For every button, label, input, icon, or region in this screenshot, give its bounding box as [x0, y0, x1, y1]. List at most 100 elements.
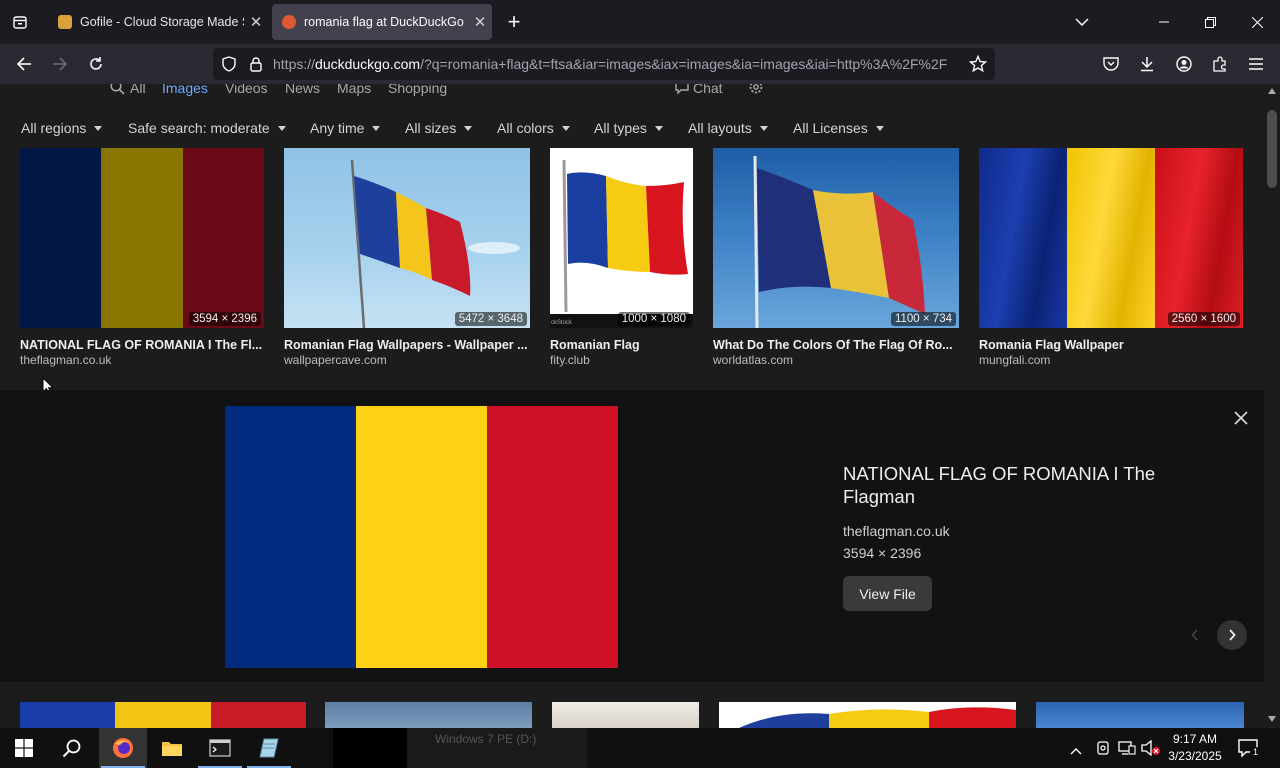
- result-image-3[interactable]: ckStock 1000 × 1080: [550, 148, 693, 328]
- tab-all[interactable]: All: [130, 84, 146, 96]
- reload-icon[interactable]: [80, 48, 112, 80]
- result-image-5[interactable]: 2560 × 1600: [979, 148, 1243, 328]
- tab-title: romania flag at DuckDuckGo: [304, 15, 464, 29]
- close-window-icon[interactable]: [1234, 0, 1280, 44]
- next-image-button[interactable]: [1217, 620, 1247, 650]
- detail-title[interactable]: NATIONAL FLAG OF ROMANIA I The Flagman: [843, 462, 1183, 508]
- scroll-thumb[interactable]: [1267, 110, 1277, 188]
- back-icon[interactable]: [8, 48, 40, 80]
- watermark: ckStock: [551, 320, 573, 326]
- tab-images[interactable]: Images: [162, 84, 208, 96]
- result-image-6[interactable]: [20, 702, 306, 728]
- start-button[interactable]: [0, 728, 48, 768]
- result-title-2[interactable]: Romanian Flag Wallpapers - Wallpaper ...: [284, 338, 530, 352]
- result-title-1[interactable]: NATIONAL FLAG OF ROMANIA I The Fl...: [20, 338, 264, 352]
- result-image-2[interactable]: 5472 × 3648: [284, 148, 530, 328]
- lock-icon[interactable]: [249, 56, 263, 77]
- result-title-5[interactable]: Romania Flag Wallpaper: [979, 338, 1243, 352]
- filter-sizes[interactable]: All sizes: [405, 120, 472, 136]
- result-title-4[interactable]: What Do The Colors Of The Flag Of Ro...: [713, 338, 959, 352]
- tracking-protection-shield-icon[interactable]: [221, 56, 237, 77]
- new-tab-icon[interactable]: +: [502, 10, 526, 34]
- filter-types[interactable]: All types: [594, 120, 663, 136]
- extensions-icon[interactable]: [1204, 48, 1236, 80]
- chevron-right-icon: [1229, 629, 1236, 641]
- result-image-7[interactable]: [325, 702, 532, 728]
- tab-news[interactable]: News: [285, 84, 320, 96]
- taskbar-file-explorer-icon[interactable]: [148, 728, 196, 768]
- taskbar-search-icon[interactable]: [48, 728, 96, 768]
- windows-logo-icon: [15, 739, 33, 757]
- taskbar-firefox-icon[interactable]: [99, 728, 147, 768]
- image-dimensions: 3594 × 2396: [188, 312, 261, 326]
- result-title-3[interactable]: Romanian Flag: [550, 338, 693, 352]
- restore-icon[interactable]: [1187, 0, 1233, 44]
- tab-duckduckgo[interactable]: romania flag at DuckDuckGo ✕: [272, 4, 492, 40]
- pocket-icon[interactable]: [1095, 48, 1127, 80]
- image-dimensions: 1000 × 1080: [617, 312, 690, 326]
- minimize-icon[interactable]: [1141, 0, 1187, 44]
- device-tray-icon[interactable]: [1095, 740, 1111, 761]
- filter-licenses[interactable]: All Licenses: [793, 120, 884, 136]
- account-icon[interactable]: [1168, 48, 1200, 80]
- result-image-1[interactable]: 3594 × 2396: [20, 148, 264, 328]
- forward-icon[interactable]: [44, 48, 76, 80]
- taskbar-terminal-icon[interactable]: [196, 728, 244, 768]
- result-image-9[interactable]: [719, 702, 1016, 728]
- search-icon: [110, 84, 125, 100]
- volume-muted-icon[interactable]: [1141, 739, 1161, 761]
- scroll-up-icon[interactable]: [1268, 88, 1276, 94]
- result-source-3[interactable]: fity.club: [550, 353, 590, 367]
- result-image-8[interactable]: [552, 702, 699, 728]
- page-content: All Images Videos News Maps Shopping Cha…: [0, 84, 1264, 728]
- result-source-1[interactable]: theflagman.co.uk: [20, 353, 111, 367]
- tab-videos[interactable]: Videos: [225, 84, 268, 96]
- windows-taskbar: Windows 7 PE (D:) 9:17 AM 3/23/2025 1: [0, 728, 1280, 768]
- tab-shopping[interactable]: Shopping: [388, 84, 447, 96]
- tab-chat[interactable]: Chat: [693, 84, 723, 96]
- network-icon[interactable]: [1118, 740, 1136, 761]
- result-source-2[interactable]: wallpapercave.com: [284, 353, 387, 367]
- tab-maps[interactable]: Maps: [337, 84, 371, 96]
- list-all-tabs-icon[interactable]: [1070, 12, 1094, 32]
- action-center-icon[interactable]: 1: [1238, 739, 1261, 762]
- drive-popup[interactable]: Windows 7 PE (D:): [407, 728, 587, 768]
- result-source-5[interactable]: mungfali.com: [979, 353, 1050, 367]
- gofile-favicon-icon: [58, 15, 72, 29]
- close-detail-icon[interactable]: [1234, 411, 1248, 430]
- navigation-toolbar: https://duckduckgo.com/?q=romania+flag&t…: [0, 44, 1280, 84]
- url-bar[interactable]: https://duckduckgo.com/?q=romania+flag&t…: [213, 48, 995, 80]
- settings-gear-icon[interactable]: [748, 84, 764, 100]
- result-image-4[interactable]: 1100 × 734: [713, 148, 959, 328]
- system-clock[interactable]: 9:17 AM 3/23/2025: [1160, 731, 1230, 765]
- close-tab-icon[interactable]: ✕: [468, 13, 492, 31]
- chevron-left-icon: [1191, 629, 1198, 641]
- close-tab-icon[interactable]: ✕: [244, 13, 268, 31]
- detail-source[interactable]: theflagman.co.uk: [843, 523, 950, 539]
- show-hidden-icons-icon[interactable]: [1070, 742, 1082, 760]
- previous-image-button[interactable]: [1180, 620, 1210, 650]
- bookmark-star-icon[interactable]: [968, 54, 988, 78]
- clock-time: 9:17 AM: [1172, 732, 1218, 746]
- result-source-4[interactable]: worldatlas.com: [713, 353, 793, 367]
- taskbar-app-icon[interactable]: [245, 728, 293, 768]
- filter-safe-search[interactable]: Safe search: moderate: [128, 120, 286, 136]
- image-dimensions: 5472 × 3648: [454, 312, 527, 326]
- image-dimensions: 1100 × 734: [890, 312, 956, 326]
- filter-time[interactable]: Any time: [310, 120, 380, 136]
- app-menu-icon[interactable]: [1240, 48, 1272, 80]
- filter-layouts[interactable]: All layouts: [688, 120, 768, 136]
- result-image-10[interactable]: [1036, 702, 1244, 728]
- page-scrollbar[interactable]: [1264, 84, 1280, 728]
- filter-regions[interactable]: All regions: [21, 120, 102, 136]
- firefox-view-icon[interactable]: [8, 10, 32, 34]
- scroll-down-icon[interactable]: [1268, 716, 1276, 722]
- flag-graphic: [550, 159, 693, 328]
- view-file-button[interactable]: View File: [843, 576, 932, 611]
- detail-image[interactable]: [225, 406, 618, 668]
- clock-date: 3/23/2025: [1168, 749, 1222, 763]
- drive-label: Windows 7 PE (D:): [435, 732, 537, 746]
- tab-gofile[interactable]: Gofile - Cloud Storage Made Si ✕: [48, 4, 268, 40]
- downloads-icon[interactable]: [1131, 48, 1163, 80]
- filter-colors[interactable]: All colors: [497, 120, 570, 136]
